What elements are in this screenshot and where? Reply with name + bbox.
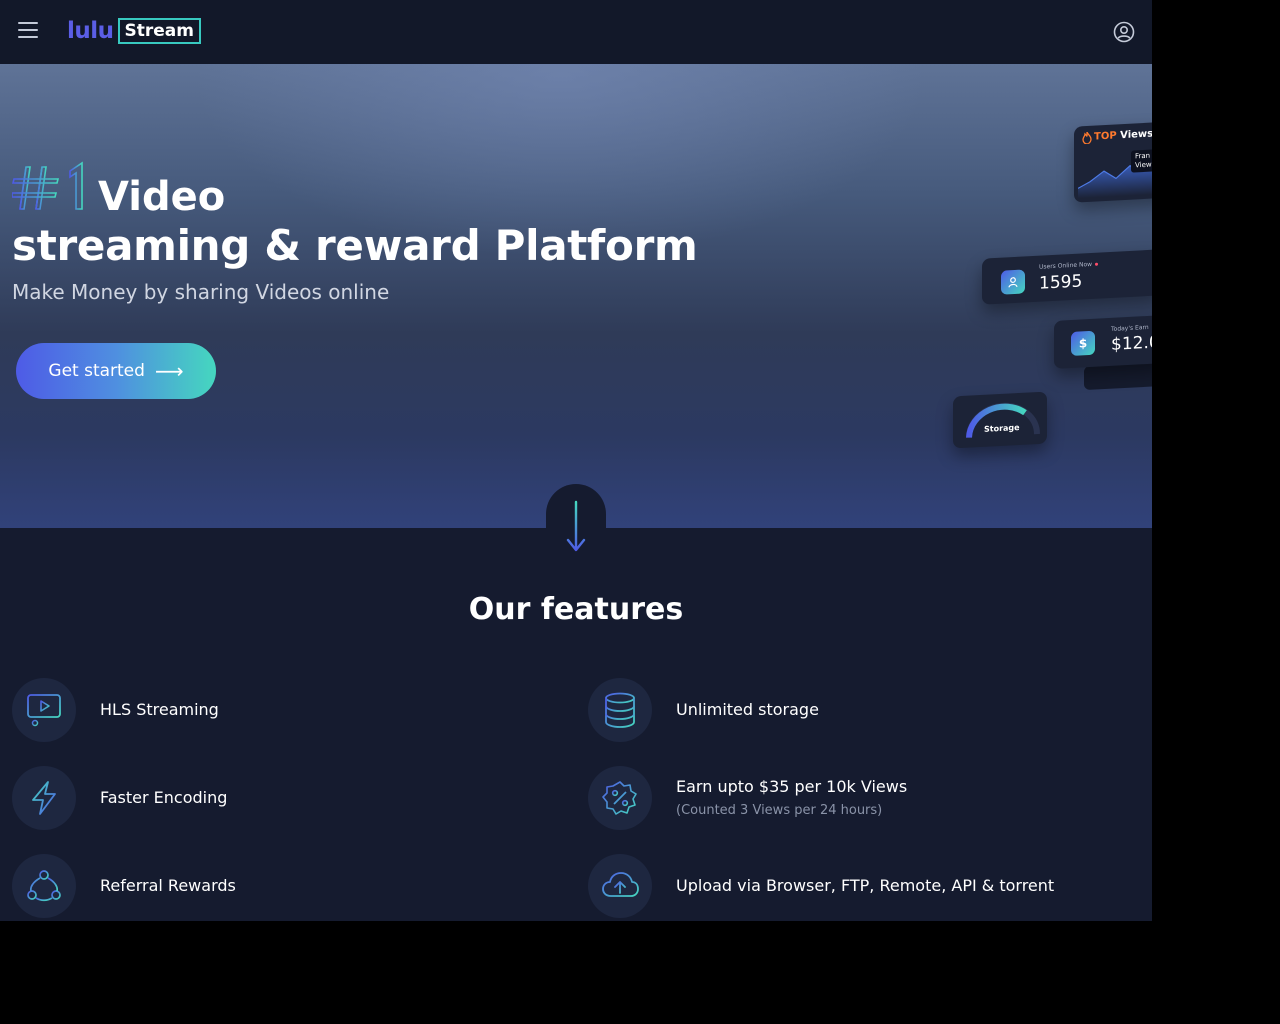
feature-hls-streaming: HLS Streaming: [12, 678, 219, 742]
rank-badge-graphic: [12, 161, 83, 210]
storage-label: Storage: [984, 422, 1020, 434]
hero-section: Video streaming & reward Platform Make M…: [0, 64, 1152, 528]
feature-label: HLS Streaming: [100, 700, 219, 719]
earnings-label: Today's Earn: [1111, 323, 1149, 333]
feature-faster-encoding: Faster Encoding: [12, 766, 227, 830]
live-dot-icon: [1095, 262, 1099, 266]
database-icon: [588, 678, 652, 742]
feature-note: (Counted 3 Views per 24 hours): [676, 803, 883, 818]
top-views-accent: TOP: [1094, 130, 1117, 143]
top-views-title: TOP Views: [1094, 128, 1152, 142]
user-icon: [1001, 269, 1025, 295]
top-header: lulu Stream: [0, 0, 1152, 64]
get-started-button[interactable]: Get started ⟶: [16, 343, 216, 399]
logo-text-stream: Stream: [117, 18, 201, 44]
feature-label: Faster Encoding: [100, 788, 228, 807]
referral-network-icon: [12, 854, 76, 918]
feature-label: Upload via Browser, FTP, Remote, API & t…: [676, 876, 1055, 895]
chip-line-2: View: [1135, 160, 1152, 170]
storage-card: Storage: [953, 391, 1047, 449]
video-stream-icon: [12, 678, 76, 742]
feature-label: Unlimited storage: [676, 700, 819, 719]
fire-icon: [1082, 131, 1092, 145]
users-online-value: 1595: [1039, 271, 1083, 294]
lightning-icon: [12, 766, 76, 830]
top-views-card: TOP Views Fran View: [1074, 121, 1152, 203]
users-online-label: Users Online Now: [1039, 261, 1099, 271]
site-logo[interactable]: lulu Stream: [67, 17, 201, 45]
percent-badge-icon: [588, 766, 652, 830]
feature-referral-rewards: Referral Rewards: [12, 854, 236, 918]
get-started-label: Get started: [48, 361, 145, 381]
cloud-upload-icon: [588, 854, 652, 918]
feature-upload-methods: Upload via Browser, FTP, Remote, API & t…: [588, 854, 1054, 918]
hero-title-line-2: streaming & reward Platform: [12, 221, 698, 270]
earnings-card: $ Today's Earn $12.0: [1054, 315, 1152, 369]
storage-gauge: [966, 402, 1040, 438]
feature-label: Earn upto $35 per 10k Views: [676, 777, 908, 796]
hamburger-menu-icon[interactable]: [18, 22, 38, 40]
hero-title-line-1: Video: [98, 174, 226, 220]
dollar-icon: $: [1071, 330, 1095, 356]
arrow-right-icon: ⟶: [154, 359, 184, 383]
users-online-card: Users Online Now 1595: [982, 249, 1152, 305]
earnings-value: $12.0: [1111, 332, 1152, 355]
user-circle-icon[interactable]: [1113, 21, 1135, 43]
page: lulu Stream Video streaming & reward Pla…: [0, 0, 1152, 921]
logo-text-lulu: lulu: [67, 18, 114, 44]
top-views-chip: Fran View: [1131, 149, 1152, 173]
features-title: Our features: [468, 592, 684, 627]
feature-unlimited-storage: Unlimited storage: [588, 678, 819, 742]
feature-earn-per-views: Earn upto $35 per 10k Views (Counted 3 V…: [588, 766, 907, 830]
feature-label: Referral Rewards: [100, 876, 236, 895]
hero-subtitle: Make Money by sharing Videos online: [12, 280, 390, 304]
arrow-down-icon[interactable]: [565, 500, 587, 554]
top-views-rest: Views: [1120, 128, 1152, 142]
